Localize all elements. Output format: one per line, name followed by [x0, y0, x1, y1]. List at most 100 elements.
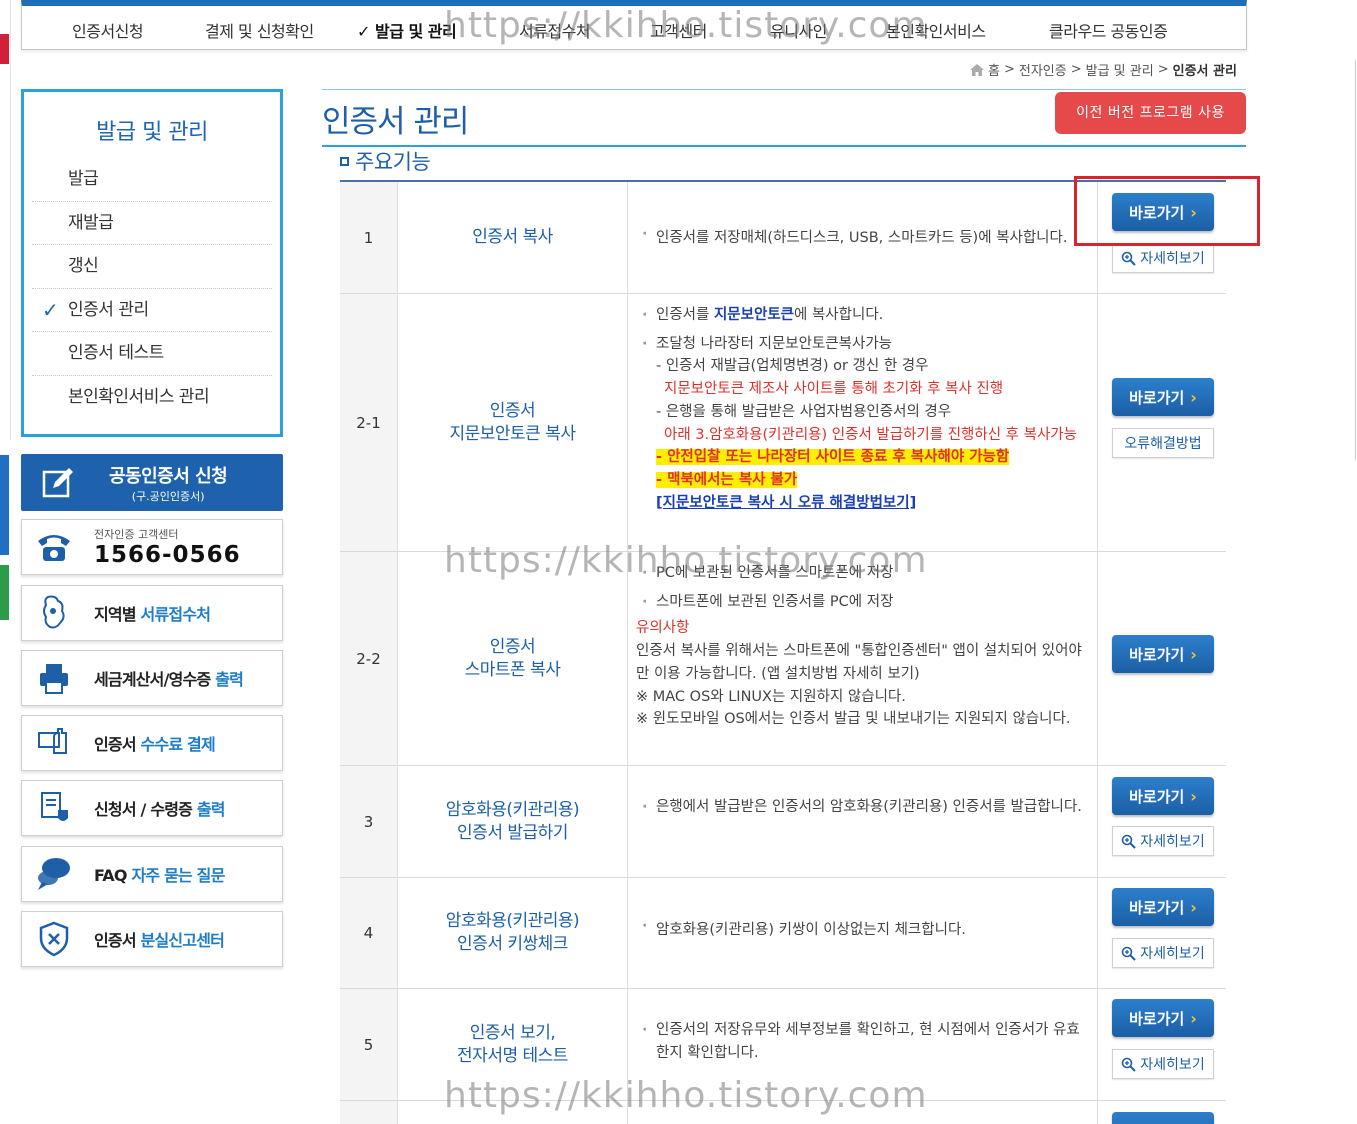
row-title-line: 인증서 복사 — [472, 227, 553, 247]
row-actions: 바로가기 › 자세히보기 — [1098, 766, 1226, 877]
window-edge-line — [10, 0, 11, 440]
quick-link-text: FAQ — [94, 866, 132, 885]
sidebar-item-label: 갱신 — [68, 256, 99, 276]
apply-cert-button[interactable]: 공동인증서 신청 (구.공인인증서) — [21, 454, 283, 511]
detail-button-label: 자세히보기 — [1140, 1057, 1205, 1073]
breadcrumb-item[interactable]: 발급 및 관리 — [1086, 60, 1154, 79]
row-title-line: 인증서 키쌍체크 — [457, 934, 568, 954]
row-description: 인증서를 지문보안토큰에 복사합니다. 조달청 나라장터 지문보안토큰복사가능 … — [628, 294, 1098, 551]
square-bullet-icon — [340, 156, 349, 166]
desc-text: 에 복사합니다. — [794, 307, 884, 323]
detail-button[interactable]: 자세히보기 — [1112, 938, 1214, 968]
sidebar-item-label: 인증서 관리 — [68, 299, 149, 320]
edit-icon — [42, 467, 73, 497]
error-fix-button[interactable]: 오류해결방법 — [1112, 428, 1214, 458]
go-button-label: 바로가기 — [1129, 388, 1185, 407]
row-desc-note: 인증서 복사를 위해서는 스마트폰에 "통합인증센터" 앱이 설치되어 있어야만… — [636, 643, 1082, 682]
title-divider — [322, 145, 1246, 147]
sidebar-item-cert-test[interactable]: 인증서 테스트 — [32, 332, 272, 376]
quick-link-tax-invoice[interactable]: 세금계산서/영수증 출력 — [21, 650, 283, 706]
table-row: 3 암호화용(키관리용)인증서 발급하기 은행에서 발급받은 인증서의 암호화용… — [340, 766, 1226, 878]
go-button[interactable]: 바로가기› — [1112, 888, 1214, 926]
quick-link-highlight: 출력 — [196, 800, 226, 819]
row-desc-warning: - 안전입찰 또는 나라장터 사이트 종료 후 복사해야 가능함 — [656, 449, 1010, 466]
quick-link-faq[interactable]: FAQ 자주 묻는 질문 — [21, 846, 283, 902]
go-button-label: 바로가기 — [1129, 1121, 1184, 1124]
previous-version-button[interactable]: 이전 버전 프로그램 사용 — [1055, 92, 1246, 134]
detail-button[interactable]: 자세히보기 — [1112, 826, 1214, 856]
quick-link-documents[interactable]: 지역별 서류접수처 — [21, 585, 283, 641]
row-title-line: 인증서 — [489, 400, 536, 421]
chevron-right-icon: › — [1190, 897, 1197, 917]
window-edge-blue — [0, 455, 9, 555]
breadcrumb-home[interactable]: 홈 — [988, 60, 1000, 79]
detail-button[interactable]: 자세히보기 — [1112, 1049, 1214, 1079]
quick-link-highlight: 수수료 결제 — [140, 735, 216, 754]
row-description: 인증서를 저장매체(하드디스크, USB, 스마트카드 등)에 복사합니다. — [628, 182, 1098, 293]
nav-item-cloud[interactable]: 클라우드 공동인증 — [1049, 18, 1168, 42]
row-actions: 바로가기› — [1098, 1101, 1226, 1124]
row-title: 암호화용(키관리용) 인증서 발급하기 — [398, 766, 628, 877]
zoom-in-icon — [1121, 946, 1137, 961]
row-desc-item: 은행에서 발급받은 인증서의 암호화용(키관리용) 인증서를 발급합니다. — [642, 796, 1089, 819]
go-button-label: 바로가기 — [1129, 1009, 1185, 1028]
zoom-in-icon — [1121, 834, 1137, 849]
row-title: 인증서 스마트폰 복사 — [398, 552, 628, 765]
nav-item-payment[interactable]: 결제 및 신청확인 — [205, 18, 314, 42]
row-actions: 바로가기 › 자세히보기 — [1098, 878, 1226, 988]
section-title: 주요기능 — [340, 146, 431, 176]
row-number: 1 — [340, 182, 398, 293]
table-row: 2-1 인증서지문보안토큰 복사 인증서를 지문보안토큰에 복사합니다. 조달청… — [340, 294, 1226, 552]
desc-emphasis: 지문보안토큰 — [713, 307, 795, 323]
row-desc-sub: - 은행을 통해 발급받은 사업자범용인증서의 경우 — [656, 403, 952, 420]
error-solution-link[interactable]: [지문보안토큰 복사 시 오류 해결방법보기] — [656, 495, 916, 511]
sidebar-item-renew[interactable]: 갱신 — [32, 245, 272, 289]
row-desc-note: ※ 윈도모바일 OS에서는 인증서 발급 및 내보내기는 지원되지 않습니다. — [636, 711, 1071, 728]
detail-button[interactable]: 자세히보기 — [1112, 243, 1214, 273]
detail-button-label: 자세히보기 — [1140, 834, 1205, 850]
go-button[interactable]: 바로가기 › — [1112, 999, 1214, 1037]
sidebar-item-cert-manage[interactable]: ✓ 인증서 관리 — [32, 289, 272, 332]
row-desc-item: 인증서를 저장매체(하드디스크, USB, 스마트카드 등)에 복사합니다. — [642, 226, 1089, 247]
error-fix-label: 오류해결방법 — [1124, 436, 1202, 452]
row-title: 인증서 지문보안토큰 복사 — [398, 294, 628, 551]
sidebar-item-issue[interactable]: 발급 — [32, 158, 272, 202]
sidebar-item-identity-manage[interactable]: 본인확인서비스 관리 — [32, 376, 272, 420]
home-icon[interactable] — [970, 63, 984, 76]
detail-button-label: 자세히보기 — [1140, 946, 1205, 962]
quick-link-highlight: 서류접수처 — [140, 605, 211, 624]
row-number: 3 — [340, 766, 398, 877]
quick-link-text: 세금계산서/영수증 — [94, 670, 216, 689]
row-desc-warning: - 맥북에서는 복사 불가 — [656, 471, 798, 488]
quick-link-payment[interactable]: 인증서 수수료 결제 — [21, 715, 283, 771]
breadcrumb-sep: > — [1070, 62, 1082, 77]
go-button[interactable]: 바로가기› — [1112, 1112, 1214, 1124]
row-title-line: 인증서 보기, — [469, 1022, 556, 1043]
section-title-text: 주요기능 — [355, 150, 431, 174]
caution-heading: 유의사항 — [636, 620, 690, 637]
chevron-right-icon: › — [1190, 1008, 1197, 1028]
watermark-text: https://kkihho.tistory.com — [444, 5, 928, 46]
nav-item-apply[interactable]: 인증서신청 — [72, 18, 144, 42]
sidebar-item-reissue[interactable]: 재발급 — [32, 202, 272, 245]
row-desc-item: 인증서를 지문보안토큰에 복사합니다. — [642, 304, 1089, 327]
go-button[interactable]: 바로가기› — [1112, 378, 1214, 416]
go-button[interactable]: 바로가기 › — [1112, 777, 1214, 815]
row-desc-sub-red: 아래 3.암호화용(키관리용) 인증서 발급하기를 진행하신 후 복사가능 — [664, 426, 1077, 443]
breadcrumb-item[interactable]: 전자인증 — [1019, 60, 1067, 79]
nav-item-issue-manage[interactable]: ✓ 발급 및 관리 — [357, 18, 457, 42]
table-row: 2-2 인증서스마트폰 복사 PC에 보관된 인증서를 스마트폰에 저장 스마트… — [340, 552, 1226, 766]
sidebar-item-label: 인증서 테스트 — [68, 343, 164, 363]
breadcrumb-sep: > — [1157, 62, 1169, 77]
quick-link-lost-report[interactable]: 인증서 분실신고센터 — [21, 911, 283, 967]
row-actions: 바로가기› — [1098, 552, 1226, 765]
quick-link-application-print[interactable]: 신청서 / 수령증 출력 — [21, 780, 283, 836]
go-button[interactable]: 바로가기› — [1112, 635, 1214, 673]
sidebar-title: 발급 및 관리 — [96, 120, 208, 145]
watermark-text: https://kkihho.tistory.com — [444, 1075, 928, 1116]
chevron-right-icon: › — [1190, 786, 1197, 806]
row-title: 암호화용(키관리용) 인증서 키쌍체크 — [398, 878, 628, 988]
row-title-line: 지문보안토큰 복사 — [449, 423, 576, 444]
printer-icon — [40, 664, 68, 694]
go-button-label: 바로가기 — [1129, 787, 1185, 806]
